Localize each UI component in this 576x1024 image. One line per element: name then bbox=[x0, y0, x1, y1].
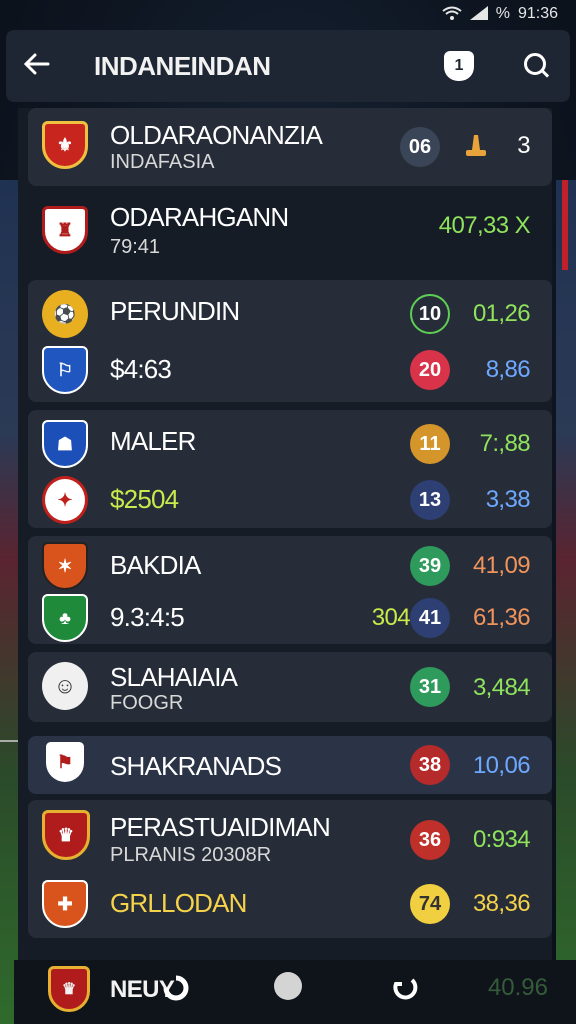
app-bar: INDANEINDAN 1 bbox=[6, 30, 570, 102]
team-name: MALER bbox=[110, 426, 196, 456]
back-swirl-icon[interactable] bbox=[388, 972, 418, 1002]
shield-badge-button[interactable]: 1 bbox=[444, 51, 474, 81]
team-name: $2504 bbox=[110, 484, 179, 514]
page-title: INDANEINDAN bbox=[94, 50, 271, 81]
flag-icon bbox=[462, 132, 490, 160]
row-value: 01,26 bbox=[472, 300, 531, 327]
team-crest-icon: ✶ bbox=[42, 542, 88, 590]
team-subtitle: INDAFASIA bbox=[110, 151, 215, 173]
rank-pill: 31 bbox=[410, 667, 450, 707]
list-item[interactable]: ⚜ OLDARAONANZIA INDAFASIA 06 3 bbox=[28, 108, 552, 186]
team-crest-icon: ☗ bbox=[42, 420, 88, 468]
match-list: ⚜ OLDARAONANZIA INDAFASIA 06 3 ♜ ODARAHG… bbox=[18, 108, 552, 964]
row-extra-value: 304 bbox=[371, 604, 411, 631]
team-crest-icon: ♜ bbox=[42, 206, 88, 254]
signal-icon bbox=[469, 5, 488, 23]
status-bar: % 91:36 bbox=[0, 0, 576, 28]
team-crest-icon: ✚ bbox=[42, 880, 88, 928]
row-value: 41,09 bbox=[472, 552, 531, 579]
row-value: 3,38 bbox=[485, 486, 531, 513]
team-crest-icon: ⚑ bbox=[46, 742, 84, 782]
team-name: ODARAHGANN bbox=[110, 202, 289, 232]
team-name: OLDARAONANZIA bbox=[110, 120, 323, 150]
player-subtitle: FOOGR bbox=[110, 692, 184, 714]
rank-pill: 11 bbox=[410, 424, 450, 464]
team-crest-icon: ⚐ bbox=[42, 346, 88, 394]
rank-pill: 36 bbox=[410, 820, 450, 860]
rank-pill: 10 bbox=[410, 294, 450, 334]
nav-value: 40.96 bbox=[487, 974, 548, 1001]
search-icon[interactable] bbox=[522, 51, 552, 81]
team-crest-icon: ♛ bbox=[42, 810, 90, 860]
rank-pill: 39 bbox=[410, 546, 450, 586]
row-value: 407,33 X bbox=[438, 212, 531, 239]
row-value: 8,86 bbox=[485, 356, 531, 383]
rank-pill: 74 bbox=[410, 884, 450, 924]
clock: 91:36 bbox=[517, 5, 558, 22]
row-value: 61,36 bbox=[472, 604, 531, 631]
back-arrow-icon[interactable] bbox=[23, 49, 74, 83]
wifi-icon bbox=[442, 6, 462, 23]
team-subtitle: PLRANIS 20308R bbox=[110, 844, 272, 866]
rank-pill: 41 bbox=[410, 598, 450, 638]
team-crest-icon: ⚽ bbox=[42, 290, 88, 338]
list-item[interactable]: ⚽ PERUNDIN 10 01,26 ⚐ $4:63 20 8,86 bbox=[28, 280, 552, 402]
list-item[interactable]: ✶ BAKDIA 39 41,09 ♣ 9.3:4:5 304 41 61,36 bbox=[28, 536, 552, 644]
team-subtitle: 79:41 bbox=[110, 236, 161, 258]
team-name: PERUNDIN bbox=[110, 296, 240, 326]
row-value: 7:,88 bbox=[479, 430, 531, 457]
rank-pill: 06 bbox=[400, 127, 440, 167]
row-value: 10,06 bbox=[472, 752, 531, 779]
team-crest-icon: ⚜ bbox=[42, 121, 88, 169]
list-item[interactable]: ☺ SLAHAIAIA FOOGR 31 3,484 bbox=[28, 652, 552, 722]
stadium-background-left bbox=[0, 180, 20, 1024]
team-name: 9.3:4:5 bbox=[110, 602, 185, 632]
rank-pill: 13 bbox=[410, 480, 450, 520]
list-item[interactable]: ♛ PERASTUAIDIMAN PLRANIS 20308R 36 0:934… bbox=[28, 800, 552, 938]
team-name: PERASTUAIDIMAN bbox=[110, 812, 331, 842]
row-value: 3,484 bbox=[472, 674, 531, 701]
swirl-icon[interactable] bbox=[160, 972, 192, 1004]
row-value: 0:934 bbox=[472, 826, 531, 853]
rank-pill: 38 bbox=[410, 745, 450, 785]
team-name: $4:63 bbox=[110, 354, 172, 384]
team-crest-icon: ✦ bbox=[42, 476, 88, 524]
list-item[interactable]: ☗ MALER 11 7:,88 ✦ $2504 13 3,38 bbox=[28, 410, 552, 528]
row-value: 38,36 bbox=[472, 890, 531, 917]
row-value: 3 bbox=[517, 132, 530, 159]
team-crest-icon: ♣ bbox=[42, 594, 88, 642]
team-crest-icon[interactable]: ♛ bbox=[48, 966, 90, 1012]
shield-badge-text: 1 bbox=[454, 57, 464, 74]
stadium-background-right bbox=[556, 180, 576, 1024]
bottom-nav: ♛ NEUY 40.96 bbox=[14, 960, 576, 1024]
battery-percent: % bbox=[495, 5, 510, 22]
avatar: ☺ bbox=[42, 662, 88, 710]
team-name: BAKDIA bbox=[110, 550, 201, 580]
player-name: SLAHAIAIA bbox=[110, 662, 238, 692]
team-name: SHAKRANADS bbox=[110, 751, 282, 781]
list-item[interactable]: ⚑ SHAKRANADS 38 10,06 bbox=[28, 736, 552, 794]
team-name: GRLLODAN bbox=[110, 888, 247, 918]
list-item[interactable]: ♜ ODARAHGANN 79:41 407,33 X bbox=[28, 190, 552, 274]
rank-pill: 20 bbox=[410, 350, 450, 390]
home-circle-icon[interactable] bbox=[274, 972, 302, 1000]
